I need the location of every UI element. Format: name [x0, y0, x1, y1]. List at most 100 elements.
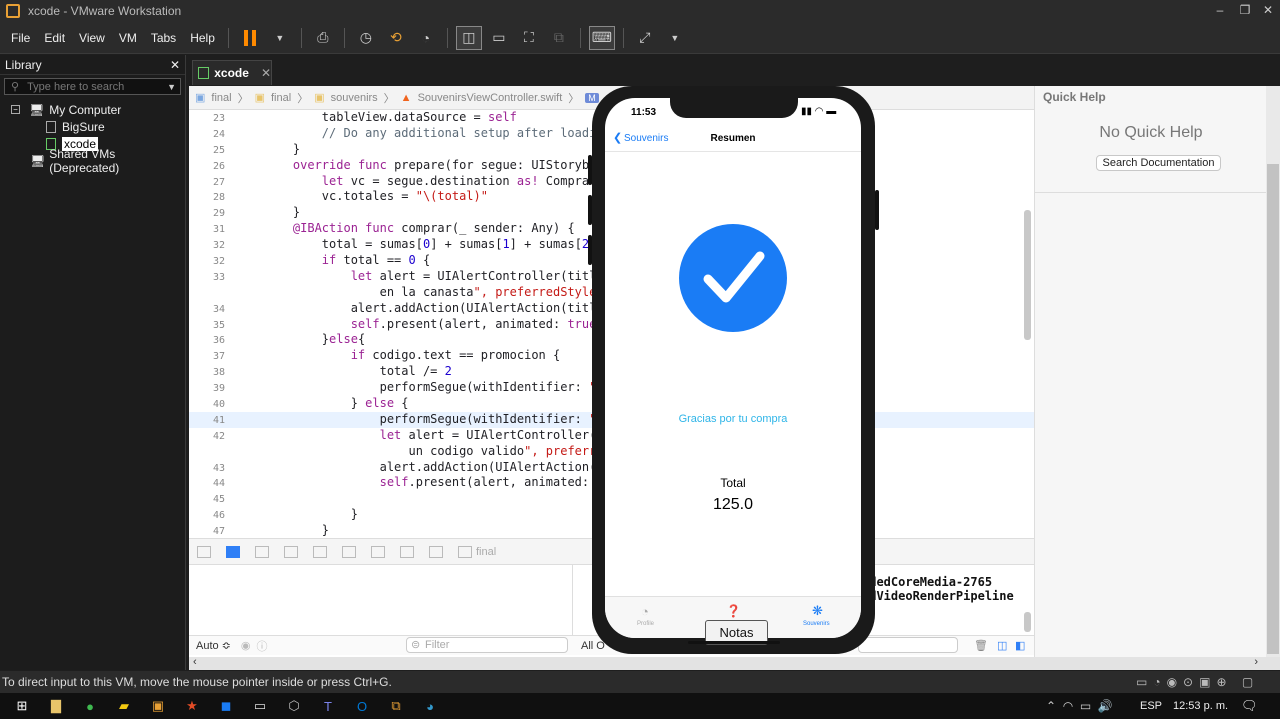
outlook-icon[interactable]: O — [348, 693, 376, 719]
line-number: 28 — [212, 192, 225, 204]
environment-overrides-icon[interactable] — [429, 545, 443, 558]
maximize-button[interactable]: ❐ — [1233, 0, 1257, 22]
vmware-logo-icon — [6, 4, 20, 18]
snapshot-manager-icon[interactable]: ◔ — [413, 26, 439, 50]
editor-scroll-thumb[interactable] — [1024, 210, 1031, 340]
console-scroll-thumb[interactable] — [1024, 612, 1031, 632]
line-number: 27 — [212, 176, 225, 188]
power-dropdown-icon[interactable]: ▼ — [267, 26, 293, 50]
crumb-separator: 〉 — [237, 92, 249, 105]
crumb-souvenirs[interactable]: souvenirs — [331, 92, 378, 104]
code-text: }else{ — [264, 332, 366, 347]
app-icon-5[interactable]: ◼ — [212, 693, 240, 719]
trash-icon[interactable]: 🗑 — [974, 639, 988, 652]
all-output-select[interactable]: All O — [581, 640, 605, 652]
pause-button[interactable] — [237, 26, 263, 50]
total-value: 125.0 — [712, 496, 754, 513]
scroll-left-icon[interactable]: ‹ — [193, 656, 197, 668]
stretch-guest-icon[interactable]: ⤢ — [632, 26, 658, 50]
menu-view[interactable]: View — [72, 31, 112, 45]
console-view-icon[interactable]: ⌨ — [588, 25, 615, 50]
menu-edit[interactable]: Edit — [37, 31, 72, 45]
vertical-scrollbar[interactable] — [1266, 86, 1280, 657]
file-explorer-icon[interactable]: ▇ — [42, 693, 70, 719]
crumb-final-1[interactable]: final — [211, 92, 231, 104]
code-text: let vc = segue.destination as! CompraVie… — [321, 173, 633, 188]
checkmark-circle-icon — [679, 224, 787, 332]
info-icon[interactable]: ⓘ — [257, 638, 268, 654]
vm-tab-xcode[interactable]: xcode ✕ — [192, 60, 272, 85]
app-icon-3[interactable]: ▣ — [144, 693, 172, 719]
auto-variables-select[interactable]: Auto ≎ — [196, 639, 231, 652]
menu-file[interactable]: File — [4, 31, 37, 45]
notifications-icon[interactable]: 🗨 — [1241, 693, 1258, 719]
clock[interactable]: 12:53 p. m. — [1173, 693, 1228, 719]
menu-vm[interactable]: VM — [112, 31, 144, 45]
code-text: } — [264, 205, 301, 220]
show-library-icon[interactable]: ◫ — [455, 25, 482, 50]
tree-item-my-computer[interactable]: − 🖥 My Computer — [0, 101, 185, 118]
quick-help-divider — [1035, 192, 1267, 193]
eye-icon[interactable]: ◉ — [241, 639, 251, 652]
tree-item-shared-vms[interactable]: 🖥 Shared VMs (Deprecated) — [0, 147, 185, 175]
swift-file-icon: ▲ — [400, 91, 412, 104]
teams-icon[interactable]: T — [314, 693, 342, 719]
crumb-final-2[interactable]: final — [271, 92, 291, 104]
souvenirs-tab-icon[interactable]: ❋ — [812, 603, 823, 619]
tray-icons[interactable]: ⌃ ◠ ▭ 🔊 — [1046, 693, 1113, 719]
windows-start-icon[interactable]: ⊞ — [8, 693, 36, 719]
chevron-down-icon[interactable]: ▼ — [167, 82, 176, 92]
search-documentation-button[interactable]: Search Documentation — [1096, 155, 1221, 171]
step-into-icon[interactable] — [313, 545, 327, 558]
send-ctrl-alt-del-icon[interactable]: ⎙ — [310, 26, 336, 50]
app-icon-2[interactable]: ▰ — [110, 693, 138, 719]
menu-tabs[interactable]: Tabs — [144, 31, 183, 45]
view-hierarchy-icon[interactable] — [371, 545, 385, 558]
memory-graph-icon[interactable] — [400, 545, 414, 558]
split-view-icon[interactable]: ◫ — [997, 639, 1007, 652]
simulate-location-icon[interactable] — [458, 545, 472, 558]
tab-profile[interactable]: Profile — [637, 621, 654, 627]
variables-filter-input[interactable]: ⊜ Filter — [406, 637, 568, 653]
tree-item-bigsure[interactable]: BigSure — [0, 118, 185, 135]
crumb-separator: 〉 — [383, 92, 395, 105]
revert-snapshot-icon[interactable]: ⟲ — [383, 26, 409, 50]
profile-tab-icon[interactable]: ◔ — [641, 604, 649, 619]
edge-icon[interactable]: ◕ — [416, 693, 444, 719]
app-icon-1[interactable]: ● — [76, 693, 104, 719]
language-indicator[interactable]: ESP — [1140, 693, 1162, 719]
vmware-taskbar-icon[interactable]: ⧉ — [382, 693, 410, 719]
app-icon-6[interactable]: ⬡ — [280, 693, 308, 719]
console-view-icon[interactable]: ◧ — [1015, 639, 1025, 652]
unity-icon[interactable]: ⧉ — [546, 26, 572, 50]
menu-help[interactable]: Help — [183, 31, 222, 45]
step-over-icon[interactable] — [284, 545, 298, 558]
library-search-input[interactable]: ⚲ Type here to search ▼ — [4, 78, 181, 95]
vertical-scroll-thumb[interactable] — [1267, 164, 1279, 654]
horizontal-scrollbar[interactable]: ‹ › — [189, 656, 1280, 670]
silent-switch — [588, 235, 592, 265]
hide-debug-area-icon[interactable] — [197, 545, 211, 558]
scroll-right-icon[interactable]: › — [1254, 656, 1258, 668]
collapse-icon[interactable]: − — [11, 105, 20, 114]
notes-tab-icon[interactable]: ❓ — [726, 604, 741, 618]
console-filter-input[interactable] — [858, 637, 958, 653]
toolbar-divider — [300, 27, 302, 48]
close-button[interactable]: ✕ — [1256, 0, 1280, 22]
full-screen-icon[interactable]: ⛶ — [516, 26, 542, 50]
step-out-icon[interactable] — [342, 545, 356, 558]
terminal-icon[interactable]: ▭ — [246, 693, 274, 719]
snapshot-icon[interactable]: ◷ — [353, 26, 379, 50]
tab-souvenirs[interactable]: Souvenirs — [803, 621, 830, 627]
thumbnail-bar-icon[interactable]: ▭ — [486, 26, 512, 50]
library-title: Library — [5, 57, 42, 72]
pause-execution-icon[interactable] — [255, 545, 269, 558]
breakpoints-toggle-icon[interactable] — [226, 545, 240, 558]
app-icon-4[interactable]: ★ — [178, 693, 206, 719]
vm-tab-close-icon[interactable]: ✕ — [261, 66, 271, 80]
library-close-icon[interactable]: ✕ — [170, 58, 180, 72]
stretch-dropdown-icon[interactable]: ▼ — [662, 26, 688, 50]
line-number: 44 — [212, 478, 225, 490]
crumb-file[interactable]: SouvenirsViewController.swift — [418, 92, 563, 104]
minimize-button[interactable]: – — [1208, 0, 1232, 22]
